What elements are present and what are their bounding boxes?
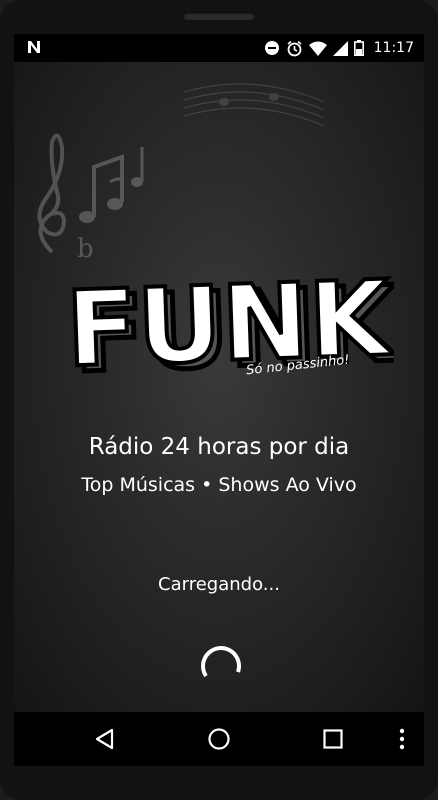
loading-text: Carregando... (158, 574, 280, 595)
more-icon (399, 728, 405, 750)
home-button[interactable] (199, 712, 239, 766)
music-staff-decoration (184, 83, 324, 127)
loading-spinner (201, 646, 241, 678)
top-songs-text: Top Músicas • Shows Ao Vivo (81, 474, 357, 496)
do-not-disturb-icon (264, 40, 280, 56)
status-time: 11:17 (373, 40, 414, 56)
more-options-button[interactable] (390, 712, 414, 766)
notification-n-icon (26, 39, 42, 55)
back-button[interactable] (84, 712, 124, 766)
navigation-bar (14, 712, 424, 766)
home-icon (208, 728, 230, 750)
status-bar: 11:17 (14, 34, 424, 62)
alarm-icon (286, 40, 303, 57)
phone-speaker (183, 12, 255, 20)
battery-icon (353, 40, 364, 56)
signal-icon (332, 40, 348, 56)
splash-screen: b FUNK FUNK Só no passinho! Rádio 24 hor… (14, 62, 424, 712)
music-notes-decoration: b (37, 133, 144, 262)
wifi-icon (308, 41, 327, 56)
recents-icon (323, 729, 343, 749)
radio-24h-text: Rádio 24 horas por dia (88, 434, 350, 460)
phone-frame: 11:17 b FUNK FUNK Só no passinho! Rádio … (0, 0, 438, 800)
back-icon (95, 728, 114, 750)
recents-button[interactable] (313, 712, 353, 766)
